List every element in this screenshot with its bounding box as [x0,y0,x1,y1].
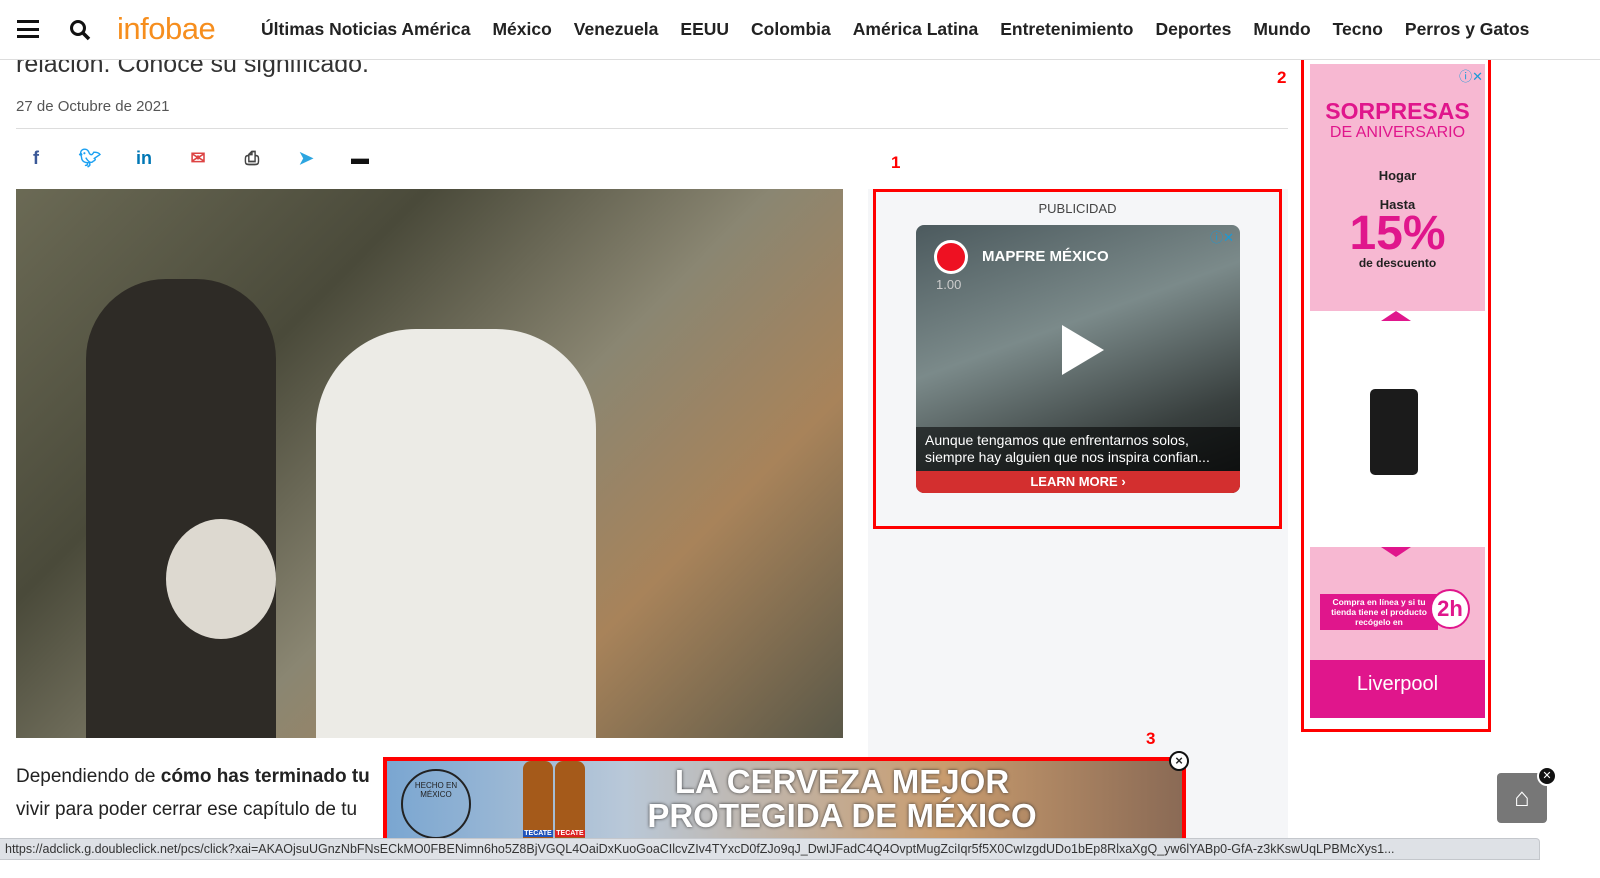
paragraph-bold: cómo has terminado tu [160,766,370,787]
bottle-label: TECATE [555,830,585,837]
nav-item[interactable]: Perros y Gatos [1405,19,1530,40]
logo[interactable]: infobae [117,11,216,47]
ad-choices-close-icon[interactable]: ⓘ✕ [1459,66,1483,85]
advertiser-name: MAPFRE MÉXICO [982,248,1109,265]
nav-item[interactable]: Mundo [1253,19,1310,40]
article-date: 27 de Octubre de 2021 [16,98,170,115]
ad-video[interactable]: MAPFRE MÉXICO 1.00 ⓘ✕ Aunque tengamos qu… [916,225,1240,493]
article-photo [16,189,843,738]
search-icon[interactable] [69,19,91,41]
email-icon[interactable]: ✉ [186,146,210,170]
ad-discount: 15% [1349,207,1446,260]
nav-item[interactable]: Colombia [751,19,831,40]
nav-item[interactable]: Entretenimiento [1000,19,1133,40]
article-paragraph: vivir para poder cerrar ese capítulo de … [16,799,358,820]
nav-item[interactable]: México [492,19,551,40]
close-icon[interactable]: ✕ [1537,766,1557,786]
seal-logo: HECHO EN MÉXICO [401,769,471,839]
comments-icon[interactable]: ▬ [348,146,372,170]
nav-item[interactable]: Últimas Noticias América [261,19,470,40]
annotation-label: 2 [1277,68,1287,87]
nav-menu: Últimas Noticias América México Venezuel… [261,19,1529,40]
arrow-up-icon [1381,311,1411,321]
arrow-down-icon [1381,547,1411,557]
playback-speed[interactable]: 1.00 [936,277,961,292]
telegram-icon[interactable]: ➤ [294,146,318,170]
nav-item[interactable]: EEUU [680,19,729,40]
menu-icon[interactable] [17,20,39,38]
twitter-icon[interactable]: 🐦︎ [78,146,102,170]
article-paragraph: Dependiendo de cómo has terminado tu [16,766,370,788]
print-icon[interactable]: ⎙ [240,146,264,170]
video-ad: PUBLICIDAD MAPFRE MÉXICO 1.00 ⓘ✕ Aunque … [873,189,1282,529]
bottle-image: TECATE [523,761,553,839]
ad-text: de descuento [1358,256,1437,270]
ad-label: PUBLICIDAD [1038,201,1117,216]
status-bar-url: https://adclick.g.doubleclick.net/pcs/cl… [0,838,1540,860]
ad-category: Hogar [1378,168,1417,183]
play-icon[interactable] [1062,325,1104,375]
linkedin-icon[interactable]: in [132,146,156,170]
learn-more-button[interactable]: LEARN MORE › [916,471,1240,493]
page-bottom [0,860,1600,878]
divider [16,128,1288,129]
annotation-label: 3 [1146,729,1156,748]
annotation-label: 1 [891,153,901,172]
tecate-banner-ad[interactable]: HECHO EN MÉXICO TECATE TECATE LA CERVEZA… [383,757,1186,843]
ad-text: Compra en línea y si tu tienda tiene el … [1320,594,1438,630]
washer-image [1370,389,1418,475]
ad-subhead: DE ANIVERSARIO [1329,124,1466,141]
nav-item[interactable]: Tecno [1333,19,1383,40]
headline-line: PROTEGIDA DE MÉXICO [647,797,1037,834]
close-ad-icon[interactable]: × [1169,751,1189,771]
top-nav: infobae Últimas Noticias América México … [0,0,1600,60]
share-bar: f 🐦︎ in ✉ ⎙ ➤ ▬ [24,146,372,170]
liverpool-ad[interactable]: ⓘ✕ SORPRESAS DE ANIVERSARIO Hogar Hasta … [1301,57,1491,732]
bottle-label: TECATE [523,830,553,837]
nav-item[interactable]: Deportes [1155,19,1231,40]
advertiser-logo [934,240,968,274]
nav-item[interactable]: América Latina [853,19,978,40]
ad-caption: Aunque tengamos que enfrentarnos solos, … [916,427,1240,471]
banner-headline: LA CERVEZA MEJOR PROTEGIDA DE MÉXICO [602,765,1082,833]
ad-time-badge: 2h [1430,589,1470,629]
paragraph-text: Dependiendo de [16,766,161,787]
facebook-icon[interactable]: f [24,146,48,170]
cta-label: LEARN MORE [1030,474,1118,489]
brand-logo: Liverpool [1310,660,1485,718]
bottle-image: TECATE [555,761,585,839]
ad-headline: SORPRESAS [1325,98,1470,124]
nav-item[interactable]: Venezuela [574,19,659,40]
product-panel [1310,311,1485,557]
ad-choices-close-icon[interactable]: ⓘ✕ [1210,227,1234,246]
headline-line: LA CERVEZA MEJOR [674,763,1010,800]
